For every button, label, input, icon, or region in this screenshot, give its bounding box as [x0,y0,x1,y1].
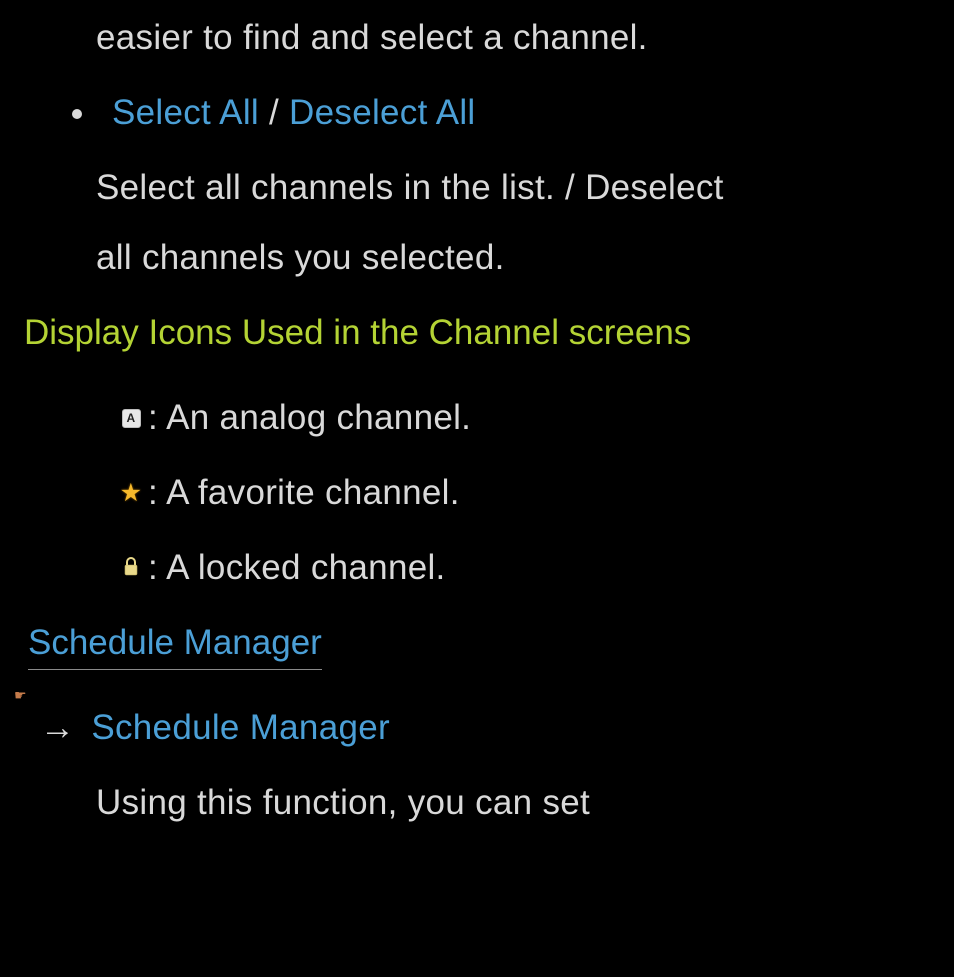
lock-icon [123,556,139,580]
bullet-desc-line1: Select all channels in the list. / Desel… [24,168,930,208]
icon-row-analog: A : An analog channel. [24,398,930,438]
analog-badge-icon: A [122,409,141,428]
locked-desc-text: : A locked channel. [148,548,446,588]
schedule-section-wrap: ☛ Schedule Manager [24,623,930,708]
bullet-dot-icon [72,109,82,119]
arrow-right-icon: → [40,708,75,747]
pointer-icon: ☛ [14,687,27,704]
icon-row-favorite: ★ : A favorite channel. [24,473,930,513]
intro-fragment-text: easier to find and select a channel. [24,18,930,58]
schedule-body-text: Using this function, you can set [24,783,930,823]
bullet-desc-line2: all channels you selected. [24,238,930,278]
schedule-manager-nav[interactable]: Schedule Manager [91,708,390,747]
favorite-icon: ★ [116,481,146,506]
star-icon: ★ [120,481,143,506]
schedule-manager-title[interactable]: Schedule Manager [28,623,322,670]
select-all-option[interactable]: Select All [112,93,259,132]
icon-row-locked: : A locked channel. [24,548,930,588]
schedule-nav-row: → Schedule Manager [24,708,930,748]
icons-section-heading: Display Icons Used in the Channel screen… [24,313,930,353]
analog-icon: A [116,409,146,428]
analog-desc-text: : An analog channel. [148,398,471,438]
bullet-select-all-row: Select All / Deselect All [24,93,930,133]
favorite-desc-text: : A favorite channel. [148,473,460,513]
deselect-all-option[interactable]: Deselect All [289,93,475,132]
option-separator: / [259,93,289,132]
locked-icon [116,556,146,580]
